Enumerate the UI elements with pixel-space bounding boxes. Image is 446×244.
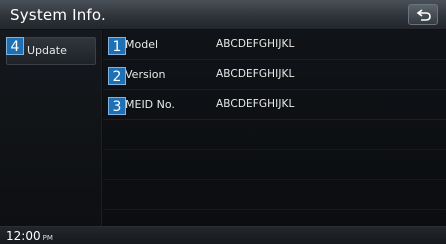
- callout-3: 3: [108, 97, 126, 115]
- meid-value: ABCDEFGHIJKL: [216, 98, 295, 110]
- empty-row: [103, 120, 446, 150]
- back-arrow-icon: [416, 9, 431, 21]
- page-title: System Info.: [10, 6, 106, 24]
- clock-ampm: PM: [42, 234, 53, 242]
- list-item-model: Model ABCDEFGHIJKL: [103, 30, 446, 60]
- version-value: ABCDEFGHIJKL: [216, 68, 295, 80]
- info-list: Model ABCDEFGHIJKL Version ABCDEFGHIJKL …: [103, 30, 446, 226]
- clock-time: 12:00: [6, 229, 41, 243]
- clock: 12:00 PM: [6, 229, 53, 243]
- left-panel: Update: [0, 30, 102, 226]
- back-button[interactable]: [408, 4, 438, 25]
- system-info-screen: System Info. Update 4 Model ABCDEFGHIJKL…: [0, 0, 446, 244]
- model-value: ABCDEFGHIJKL: [216, 38, 295, 50]
- callout-2: 2: [108, 67, 126, 85]
- list-item-version: Version ABCDEFGHIJKL: [103, 60, 446, 90]
- callout-4: 4: [6, 37, 24, 55]
- header-bar: System Info.: [0, 0, 446, 30]
- update-button-label: Update: [27, 44, 67, 57]
- version-label: Version: [125, 68, 166, 81]
- model-label: Model: [125, 38, 159, 51]
- meid-label: MEID No.: [125, 98, 175, 111]
- empty-row: [103, 150, 446, 180]
- list-item-meid: MEID No. ABCDEFGHIJKL: [103, 90, 446, 120]
- status-bar: 12:00 PM: [0, 226, 446, 244]
- empty-row: [103, 180, 446, 210]
- callout-1: 1: [108, 37, 126, 55]
